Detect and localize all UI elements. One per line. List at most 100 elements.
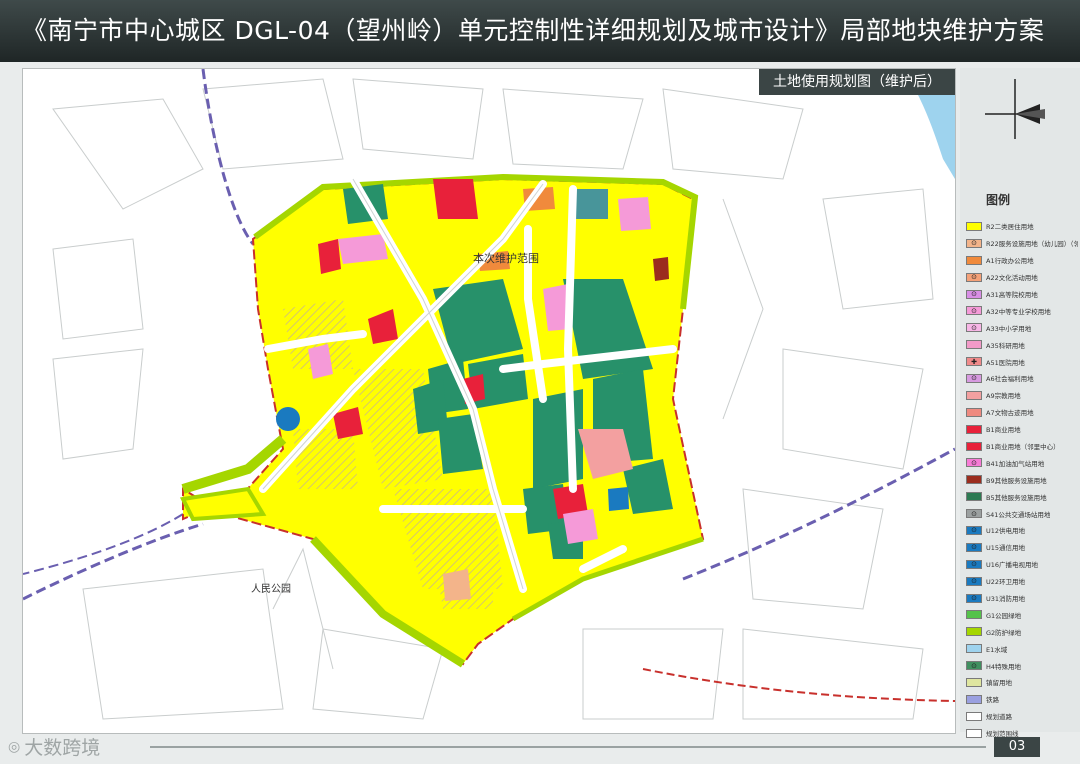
legend-item: ⊙ U16广播电视用地 (966, 556, 1078, 573)
legend-label: G1公园绿地 (986, 611, 1022, 620)
legend-item: ⊙ U15通信用地 (966, 539, 1078, 556)
footer-divider (150, 746, 986, 748)
watermark-logo-icon: ◎ (8, 738, 21, 755)
legend-label: A51医院用地 (986, 358, 1025, 367)
legend-label: U16广播电视用地 (986, 561, 1039, 570)
watermark-text: 大数跨境 (24, 737, 101, 759)
land-use-map: 本次维护范围 人民公园 土地使用规划图（维护后） (22, 68, 956, 734)
legend-label: A7文物古迹用地 (986, 409, 1034, 418)
legend-item: R2二类居住用地 (966, 218, 1078, 235)
legend-swatch (966, 677, 982, 687)
legend-swatch (966, 610, 982, 620)
legend-item: A7文物古迹用地 (966, 404, 1078, 421)
legend-swatch (966, 340, 982, 350)
legend-label: A33中小学用地 (986, 324, 1032, 333)
legend-swatch (966, 492, 982, 502)
legend-item: ✚ A51医院用地 (966, 353, 1078, 370)
peoples-park-label: 人民公园 (251, 583, 291, 595)
legend-label: A1行政办公用地 (986, 257, 1034, 266)
legend-title: 图例 (986, 193, 1011, 207)
legend-label: A9宗教用地 (986, 392, 1021, 401)
legend-item: B1商业用地（邻里中心） (966, 438, 1078, 455)
legend-label: B1商业用地（邻里中心） (986, 443, 1060, 452)
legend-item: 规划道路 (966, 708, 1078, 725)
legend-swatch: ⊙ (966, 559, 982, 569)
legend-item: ⊙ A32中等专业学校用地 (966, 302, 1078, 319)
legend-swatch (966, 407, 982, 417)
legend-item: ⊙ A31高等院校用地 (966, 286, 1078, 303)
legend-swatch: ⊙ (966, 593, 982, 603)
legend-swatch: ⊙ (966, 458, 982, 468)
legend-swatch: ⊙ (966, 525, 982, 535)
legend-swatch (966, 255, 982, 265)
legend-item: E1水域 (966, 640, 1078, 657)
map-canvas: 本次维护范围 人民公园 (23, 69, 955, 733)
legend-item: G2防护绿地 (966, 623, 1078, 640)
legend-item: ⊙ U22环卫用地 (966, 573, 1078, 590)
map-subtitle: 土地使用规划图（维护后） (759, 69, 955, 95)
legend-label: U22环卫用地 (986, 578, 1026, 587)
legend-label: A32中等专业学校用地 (986, 307, 1051, 316)
legend-item: ⊙ S41公共交通场站用地 (966, 505, 1078, 522)
legend-label: U15通信用地 (986, 544, 1026, 553)
legend-swatch (966, 644, 982, 654)
legend-item: 铁路 (966, 691, 1078, 708)
legend-panel: 图例 R2二类居住用地 ⊙ R22服务设施用地（幼儿园）（邻里中心） A1行政办公用地… (960, 68, 1080, 738)
legend-label: A6社会福利用地 (986, 375, 1034, 384)
legend-list: R2二类居住用地 ⊙ R22服务设施用地（幼儿园）（邻里中心） A1行政办公用地 ⊙ A2… (966, 218, 1078, 742)
legend-item: ⊙ A22文化活动用地 (966, 269, 1078, 286)
legend-item: B5其他服务设施用地 (966, 488, 1078, 505)
legend-label: A35科研用地 (986, 341, 1025, 350)
legend-label: R2二类居住用地 (986, 223, 1034, 232)
legend-label: B5其他服务设施用地 (986, 493, 1047, 502)
legend-label: U12供电用地 (986, 527, 1026, 536)
legend-swatch (966, 694, 982, 704)
legend-swatch: ⊙ (966, 576, 982, 586)
legend-label: 规划道路 (986, 713, 1012, 722)
page-title: 《南宁市中心城区 DGL-04（望州岭）单元控制性详细规划及城市设计》局部地块维… (0, 0, 1080, 62)
legend-swatch (966, 221, 982, 231)
legend-swatch (966, 390, 982, 400)
legend-swatch: ⊙ (966, 306, 982, 316)
legend-swatch: ⊙ (966, 542, 982, 552)
legend-label: B9其他服务设施用地 (986, 476, 1047, 485)
legend-label: U31消防用地 (986, 595, 1026, 604)
legend-swatch (966, 475, 982, 485)
legend-swatch: ✚ (966, 357, 982, 367)
page-number: 03 (994, 737, 1040, 757)
legend-swatch: ⊙ (966, 238, 982, 248)
legend-item: G1公园绿地 (966, 606, 1078, 623)
legend-swatch: ⊙ (966, 661, 982, 671)
legend-item: ⊙ U12供电用地 (966, 522, 1078, 539)
legend-swatch: ⊙ (966, 509, 982, 519)
legend-item: A1行政办公用地 (966, 252, 1078, 269)
legend-item: ⊙ R22服务设施用地（幼儿园）（邻里中心） (966, 235, 1078, 252)
legend-swatch: ⊙ (966, 323, 982, 333)
legend-swatch (966, 728, 982, 738)
legend-swatch: ⊙ (966, 272, 982, 282)
legend-item: A35科研用地 (966, 336, 1078, 353)
north-arrow-icon (985, 79, 1045, 139)
legend-label: 镇留用地 (986, 679, 1012, 688)
legend-label: B41加油加气站用地 (986, 459, 1045, 468)
legend-label: A22文化活动用地 (986, 274, 1038, 283)
legend-swatch: ⊙ (966, 373, 982, 383)
legend-item: ⊙ A6社会福利用地 (966, 370, 1078, 387)
legend-swatch (966, 441, 982, 451)
legend-item: A9宗教用地 (966, 387, 1078, 404)
legend-item: B1商业用地 (966, 421, 1078, 438)
legend-label: 铁路 (986, 696, 999, 705)
legend-item: ⊙ H4特殊用地 (966, 657, 1078, 674)
legend-swatch: ⊙ (966, 289, 982, 299)
legend-label: R22服务设施用地（幼儿园）（邻里中心） (986, 240, 1078, 249)
legend-item: ⊙ U31消防用地 (966, 590, 1078, 607)
maintenance-scope-label: 本次维护范围 (473, 251, 539, 265)
legend-swatch (966, 627, 982, 637)
legend-label: B1商业用地 (986, 426, 1021, 435)
legend-label: H4特殊用地 (986, 662, 1022, 671)
watermark: ◎ 大数跨境 (8, 733, 100, 760)
legend-label: G2防护绿地 (986, 628, 1022, 637)
legend-item: 镇留用地 (966, 674, 1078, 691)
legend-item: ⊙ A33中小学用地 (966, 319, 1078, 336)
legend-label: S41公共交通场站用地 (986, 510, 1051, 519)
